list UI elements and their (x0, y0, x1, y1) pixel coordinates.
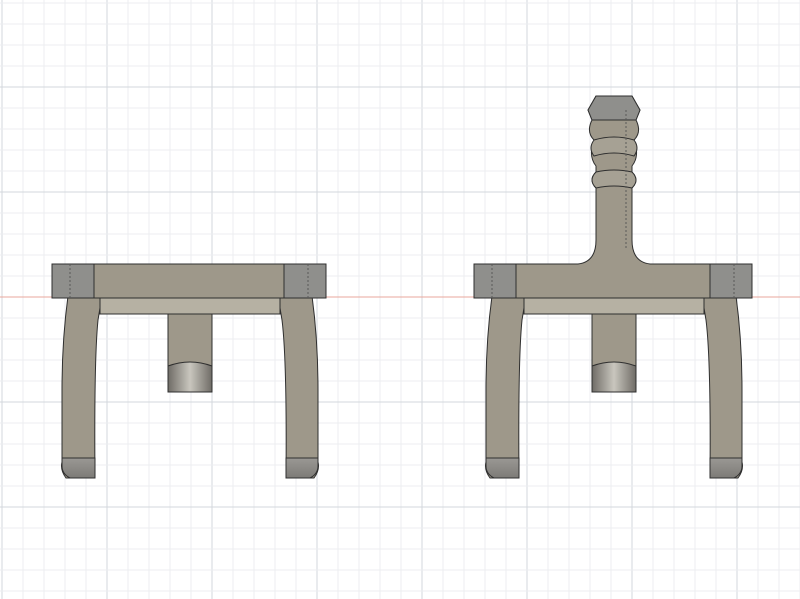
right-leg (701, 295, 743, 479)
underside-band (99, 295, 281, 315)
right-model-view[interactable] (473, 95, 753, 479)
left-leg (485, 295, 527, 479)
cad-viewport[interactable] (0, 0, 800, 599)
left-foot (485, 457, 520, 479)
center-tab-rod (167, 361, 213, 393)
left-model-view[interactable] (51, 263, 327, 479)
right-end-block (283, 263, 327, 299)
left-end-block (473, 263, 517, 299)
underside-band (523, 295, 705, 315)
left-foot (61, 457, 96, 479)
spindle-cap (587, 95, 641, 121)
viewport-canvas[interactable] (0, 0, 800, 599)
right-end-block (709, 263, 753, 299)
right-leg (277, 295, 319, 479)
right-foot (285, 457, 319, 479)
spindle-ring-2 (591, 169, 637, 189)
left-end-block (51, 263, 95, 299)
left-leg (61, 295, 103, 479)
center-tab-rod (591, 361, 637, 393)
right-foot (709, 457, 743, 479)
spindle-ring-1 (590, 136, 638, 157)
